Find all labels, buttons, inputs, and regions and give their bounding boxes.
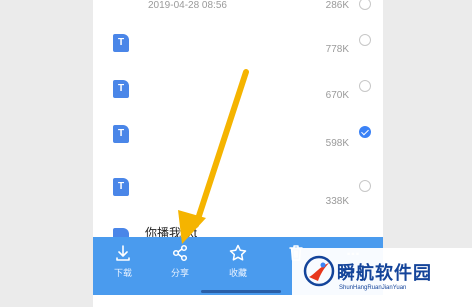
watermark-subtitle: ShunHangRuanJianYuan (339, 285, 407, 291)
watermark: 瞬航软件园 ShunHangRuanJianYuan (292, 248, 472, 307)
watermark-logo-icon (303, 255, 335, 287)
watermark-title: 瞬航软件园 (337, 263, 432, 283)
